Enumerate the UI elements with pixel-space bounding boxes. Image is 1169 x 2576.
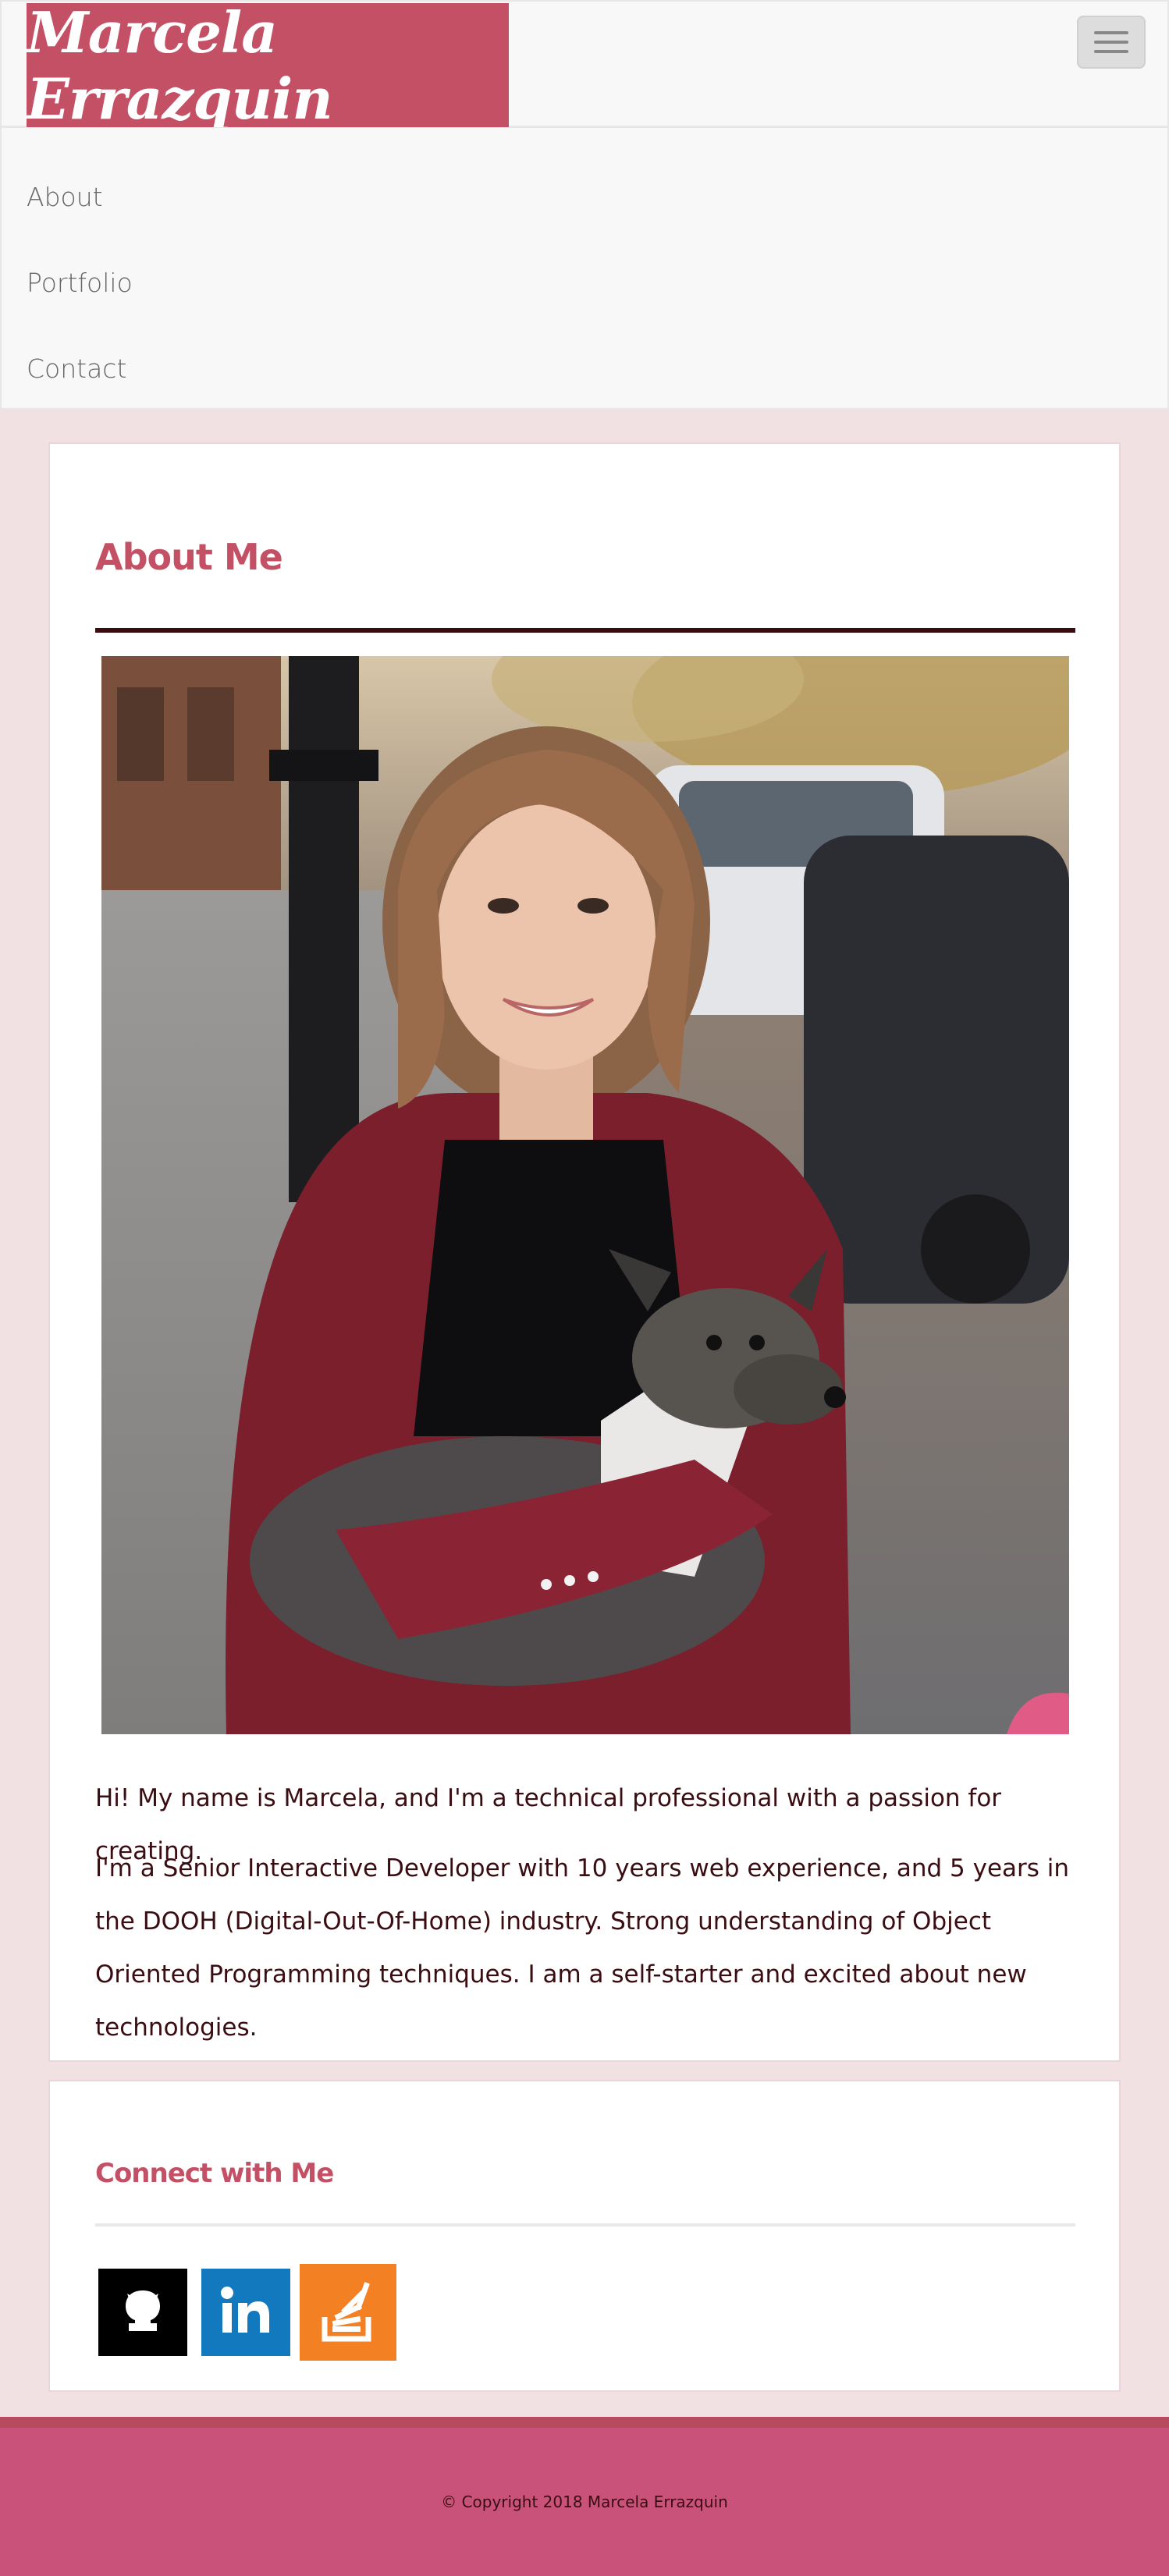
stackoverflow-icon bbox=[311, 2273, 386, 2351]
connect-divider bbox=[95, 2223, 1075, 2227]
footer-border bbox=[0, 2417, 1169, 2428]
nav-menu: About Portfolio Contact bbox=[0, 127, 1169, 410]
linkedin-link[interactable] bbox=[201, 2269, 290, 2356]
about-panel: About Me Hi! My name is Marcela, and I'm… bbox=[48, 442, 1121, 2062]
profile-photo bbox=[101, 656, 1069, 1734]
nav-link-contact[interactable]: Contact bbox=[27, 337, 126, 399]
connect-heading: Connect with Me bbox=[95, 2158, 334, 2189]
footer: © Copyright 2018 Marcela Errazquin bbox=[0, 2428, 1169, 2576]
nav-link-portfolio[interactable]: Portfolio bbox=[27, 251, 133, 314]
bio-details: I'm a Senior Interactive Developer with … bbox=[95, 1854, 1070, 2042]
menu-toggle-button[interactable] bbox=[1077, 16, 1146, 69]
copyright-text: © Copyright 2018 Marcela Errazquin bbox=[441, 2493, 728, 2511]
github-icon bbox=[112, 2280, 174, 2345]
brand-logo[interactable]: Marcela Errazquin bbox=[27, 0, 509, 132]
navbar: Marcela Errazquin bbox=[0, 0, 1169, 132]
about-heading: About Me bbox=[95, 536, 283, 578]
hamburger-icon bbox=[1094, 31, 1128, 53]
linkedin-icon bbox=[215, 2280, 277, 2345]
stackoverflow-link[interactable] bbox=[300, 2264, 396, 2361]
nav-link-about[interactable]: About bbox=[27, 165, 103, 228]
about-divider bbox=[95, 628, 1075, 633]
github-link[interactable] bbox=[98, 2269, 187, 2356]
